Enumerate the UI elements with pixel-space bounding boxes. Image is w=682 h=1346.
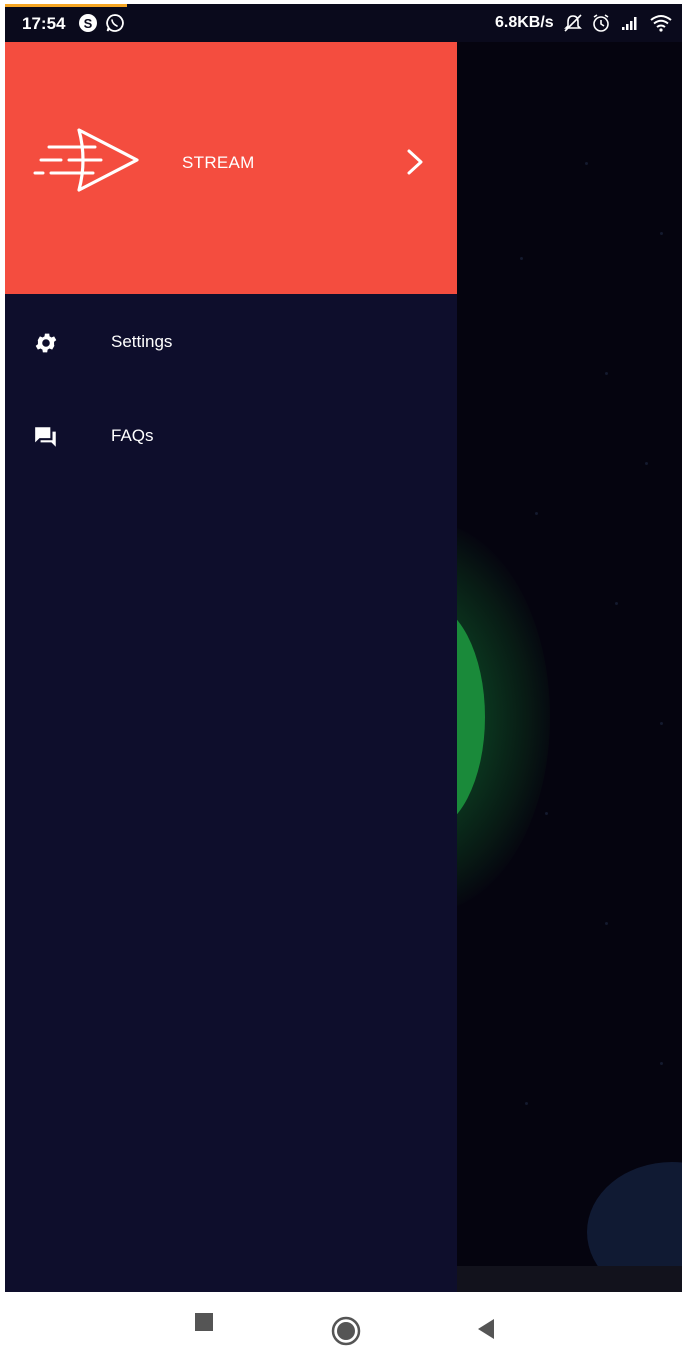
back-button[interactable] xyxy=(476,1318,496,1340)
brand-name: STREAM xyxy=(182,153,255,172)
status-time: 17:54 xyxy=(22,14,66,33)
status-accent-line xyxy=(5,4,127,7)
gear-icon xyxy=(35,333,57,353)
alarm-icon xyxy=(593,14,609,32)
menu-item-label: Settings xyxy=(111,332,173,351)
home-button[interactable] xyxy=(331,1316,361,1346)
signal-icon xyxy=(622,17,637,30)
system-nav-bar xyxy=(0,1292,682,1346)
menu-item-settings[interactable]: Settings xyxy=(5,310,457,374)
wifi-icon xyxy=(650,15,672,32)
skype-icon: S xyxy=(79,14,97,32)
menu-item-label: FAQs xyxy=(111,426,154,445)
drawer-header[interactable]: STREAM xyxy=(5,42,457,294)
svg-text:S: S xyxy=(84,16,93,31)
navigation-drawer: STREAM Settings FAQs xyxy=(5,42,457,1292)
notifications-off-icon xyxy=(564,14,582,32)
recents-button[interactable] xyxy=(194,1312,214,1332)
status-bar: 17:54 S 6.8KB/s xyxy=(5,4,682,42)
paper-plane-logo xyxy=(33,128,139,192)
network-speed: 6.8KB/s xyxy=(495,14,554,31)
chevron-right-icon[interactable] xyxy=(403,148,427,176)
whatsapp-icon xyxy=(106,14,124,32)
menu-item-faqs[interactable]: FAQs xyxy=(5,404,457,468)
chat-bubbles-icon xyxy=(35,427,56,447)
device-screen: 17:54 S 6.8KB/s STREAM Settings FAQs xyxy=(5,4,682,1292)
